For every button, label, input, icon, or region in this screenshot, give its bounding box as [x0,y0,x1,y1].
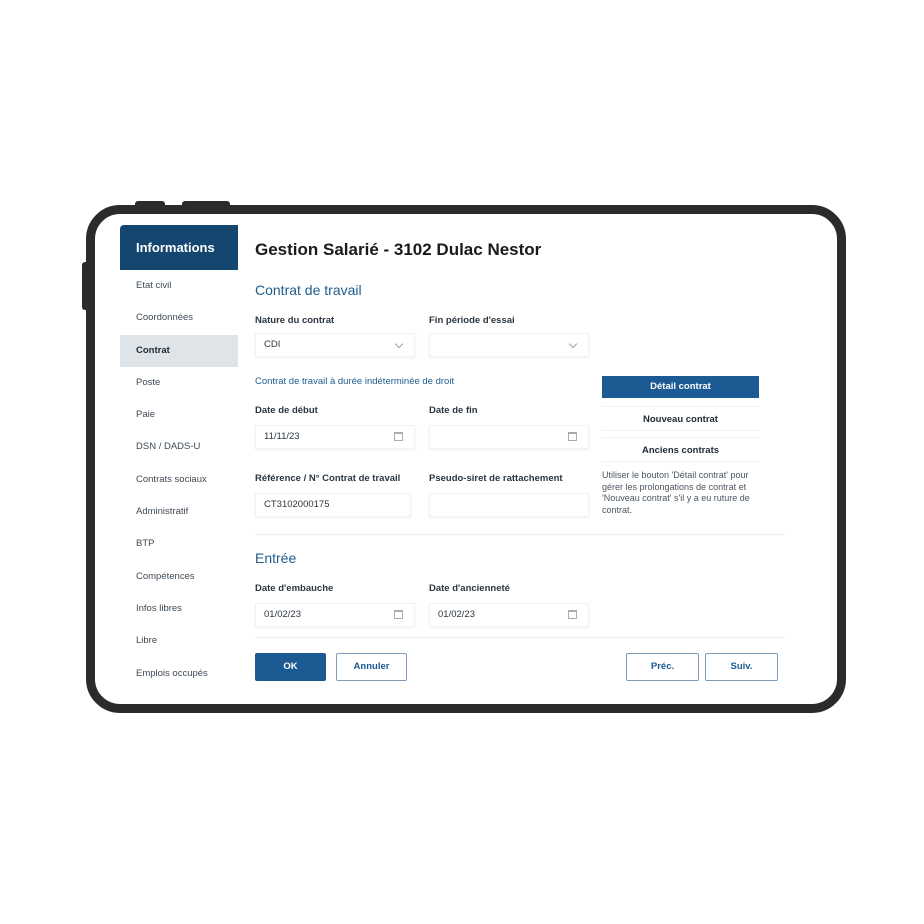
section-divider [255,534,785,535]
seniority-date-label: Date d'ancienneté [429,583,510,594]
calendar-icon[interactable] [394,610,403,619]
sidebar-header: Informations [120,225,238,270]
sidebar-item-libre[interactable]: Libre [120,625,238,657]
footer-divider [255,637,785,638]
nature-contrat-label: Nature du contrat [255,315,335,326]
calendar-icon[interactable] [568,610,577,619]
sidebar-item-contrats-sociaux[interactable]: Contrats sociaux [120,464,238,496]
sidebar-item-contrat[interactable]: Contrat [120,334,238,367]
sidebar-item-etat-civil[interactable]: Etat civil [120,270,238,302]
chevron-down-icon [394,339,404,349]
reference-label: Référence / N° Contrat de travail [255,473,401,484]
cancel-button[interactable]: Annuler [336,653,407,681]
hire-date-value: 01/02/23 [264,609,301,620]
section-entree-heading: Entrée [255,550,297,566]
nature-contrat-select[interactable]: CDI [255,333,415,357]
seniority-date-value: 01/02/23 [438,609,475,620]
seniority-date-input[interactable]: 01/02/23 [429,603,589,627]
sidebar-item-dsn[interactable]: DSN / DADS-U [120,431,238,463]
sidebar-item-emplois-occupes[interactable]: Emplois occupés [120,658,238,690]
sidebar-item-administratif[interactable]: Administratif [120,496,238,528]
sidebar-item-infos-libres[interactable]: Infos libres [120,593,238,625]
pseudo-siret-input[interactable] [429,493,589,517]
nouveau-contrat-button[interactable]: Nouveau contrat [602,406,759,431]
reference-input[interactable]: CT3102000175 [255,493,411,517]
ok-button[interactable]: OK [255,653,326,681]
end-date-label: Date de fin [429,405,478,416]
sidebar-item-paie[interactable]: Paie [120,399,238,431]
detail-contrat-button[interactable]: Détail contrat [602,376,759,398]
calendar-icon[interactable] [394,432,403,441]
chevron-down-icon [568,339,578,349]
next-button[interactable]: Suiv. [705,653,778,681]
sidebar: Informations Etat civil Coordonnées Cont… [120,225,238,690]
page-title: Gestion Salarié - 3102 Dulac Nestor [255,240,542,259]
prev-button[interactable]: Préc. [626,653,699,681]
end-date-input[interactable] [429,425,589,449]
hire-date-input[interactable]: 01/02/23 [255,603,415,627]
nature-contrat-value: CDI [264,339,281,350]
start-date-label: Date de début [255,405,318,416]
app-window: Informations Etat civil Coordonnées Cont… [120,225,792,690]
contract-description: Contrat de travail à durée indéterminée … [255,376,455,387]
contract-help-text: Utiliser le bouton 'Détail contrat' pour… [602,470,750,515]
main-panel: Gestion Salarié - 3102 Dulac Nestor Cont… [255,225,792,690]
calendar-icon[interactable] [568,432,577,441]
pseudo-siret-label: Pseudo-siret de rattachement [429,473,563,484]
sidebar-item-competences[interactable]: Compétences [120,561,238,593]
sidebar-item-poste[interactable]: Poste [120,367,238,399]
sidebar-item-btp[interactable]: BTP [120,528,238,560]
anciens-contrats-button[interactable]: Anciens contrats [602,437,759,462]
start-date-input[interactable]: 11/11/23 [255,425,415,449]
trial-end-select[interactable] [429,333,589,357]
start-date-value: 11/11/23 [264,431,300,442]
section-contrat-heading: Contrat de travail [255,282,362,298]
sidebar-item-coordonnees[interactable]: Coordonnées [120,302,238,334]
trial-end-label: Fin période d'essai [429,315,515,326]
reference-value: CT3102000175 [264,499,330,510]
hire-date-label: Date d'embauche [255,583,334,594]
